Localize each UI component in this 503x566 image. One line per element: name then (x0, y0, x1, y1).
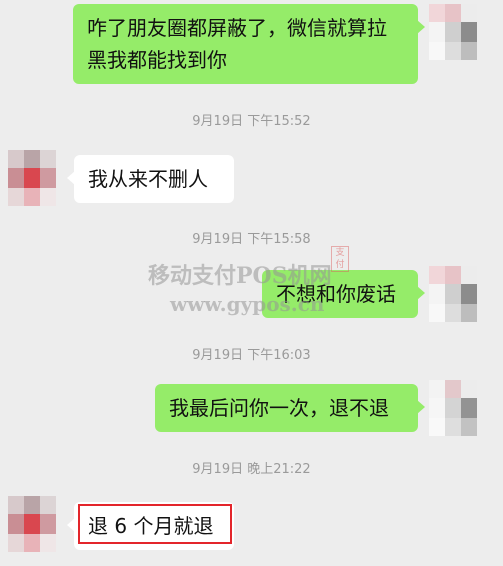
my-avatar[interactable] (429, 380, 477, 436)
timestamp: 9月19日 下午16:03 (192, 348, 311, 363)
message-bubble-incoming[interactable]: 退 6 个月就退 (67, 502, 234, 550)
message-text-line: 黑我都能找到你 (87, 48, 227, 72)
my-avatar[interactable] (429, 266, 477, 322)
watermark-stamp: 支付 (331, 246, 349, 272)
timestamp: 9月19日 晚上21:22 (192, 462, 311, 477)
message-text-line: 不想和你废话 (276, 282, 396, 306)
message-text-line: 退 6 个月就退 (88, 514, 214, 538)
timestamp: 9月19日 下午15:52 (192, 114, 311, 129)
timestamp: 9月19日 下午15:58 (192, 232, 311, 247)
my-avatar[interactable] (429, 4, 477, 60)
message-text-line: 我最后问你一次，退不退 (169, 396, 389, 420)
message-bubble-outgoing[interactable]: 咋了朋友圈都屏蔽了，微信就算拉 黑我都能找到你 (73, 4, 425, 84)
message-bubble-outgoing[interactable]: 不想和你废话 (262, 270, 425, 318)
message-text-line: 我从来不删人 (88, 167, 208, 191)
message-text-line: 咋了朋友圈都屏蔽了，微信就算拉 (87, 16, 387, 40)
message-bubble-outgoing[interactable]: 我最后问你一次，退不退 (155, 384, 425, 432)
message-bubble-incoming[interactable]: 我从来不删人 (67, 155, 234, 203)
contact-avatar[interactable] (8, 496, 56, 552)
contact-avatar[interactable] (8, 150, 56, 206)
